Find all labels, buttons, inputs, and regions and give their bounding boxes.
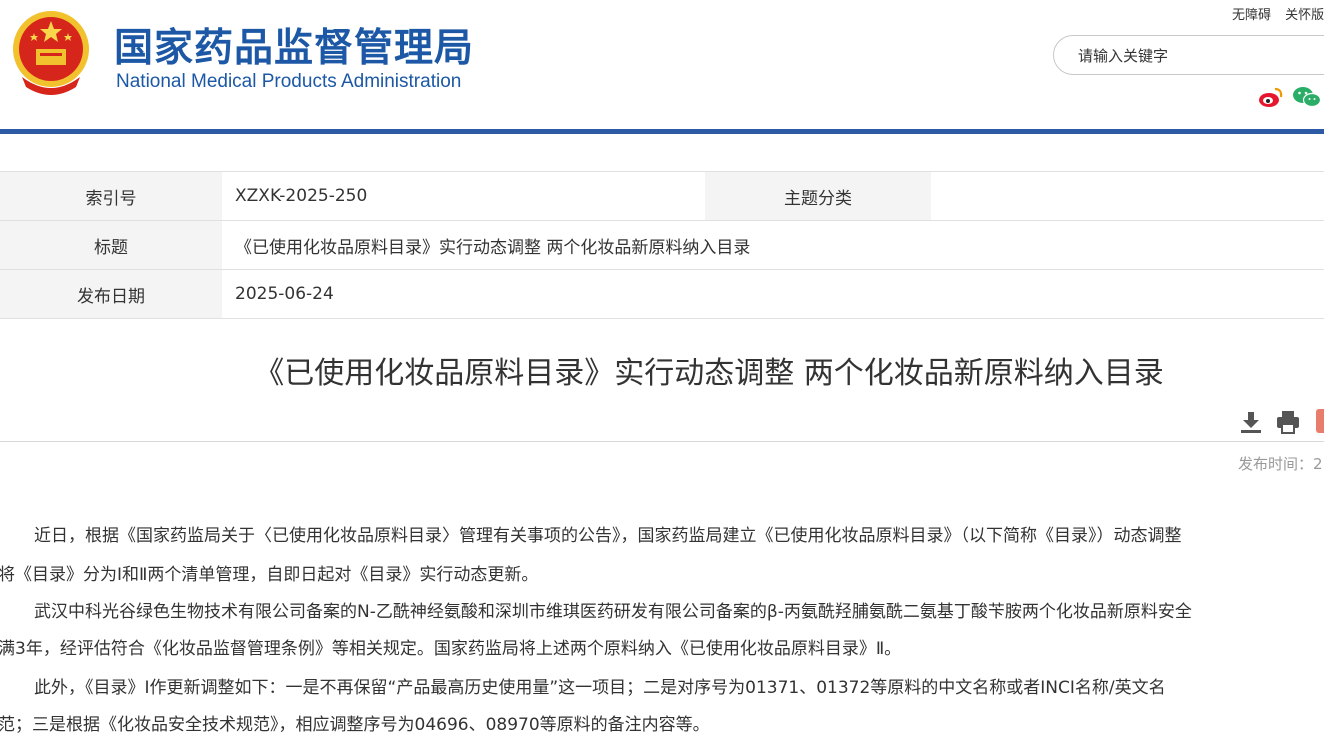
- print-icon[interactable]: [1275, 409, 1301, 435]
- article-title: 《已使用化妆品原料目录》实行动态调整 两个化妆品新原料纳入目录: [254, 356, 1164, 391]
- search-input[interactable]: [1076, 45, 1310, 67]
- info-row-title: 标题 《已使用化妆品原料目录》实行动态调整 两个化妆品新原料纳入目录: [0, 220, 1324, 270]
- publish-time: 发布时间：2: [1238, 455, 1323, 473]
- paragraph-2-line-2: 满3年，经评估符合《化妆品监督管理条例》等相关规定。国家药监局将上述两个原料纳入…: [0, 639, 902, 659]
- article-tools: [1238, 409, 1307, 435]
- org-name-cn[interactable]: 国家药品监督管理局: [114, 17, 474, 73]
- article-info-table: 索引号 XZXK-2025-250 主题分类 标题 《已使用化妆品原料目录》实行…: [0, 171, 1324, 319]
- wechat-icon[interactable]: [1292, 86, 1322, 108]
- paragraph-1-line-1: 近日，根据《国家药监局关于〈已使用化妆品原料目录〉管理有关事项的公告》，国家药监…: [34, 526, 1182, 546]
- index-value: XZXK-2025-250: [222, 171, 705, 221]
- paragraph-3-line-1: 此外，《目录》Ⅰ作更新调整如下：一是不再保留“产品最高历史使用量”这一项目；二是…: [34, 678, 1166, 698]
- date-value: 2025-06-24: [222, 269, 1324, 319]
- topic-value: [931, 171, 1324, 221]
- index-label: 索引号: [0, 171, 222, 221]
- title-value: 《已使用化妆品原料目录》实行动态调整 两个化妆品新原料纳入目录: [222, 220, 1324, 270]
- title-divider: [0, 441, 1324, 442]
- weibo-icon[interactable]: [1258, 86, 1284, 108]
- national-emblem-logo[interactable]: [10, 7, 92, 95]
- top-links: 无障碍 关怀版: [1232, 4, 1324, 23]
- paragraph-1-line-2: 将《目录》分为Ⅰ和Ⅱ两个清单管理，自即日起对《目录》实行动态更新。: [0, 565, 539, 585]
- info-row-date: 发布日期 2025-06-24: [0, 269, 1324, 319]
- info-row-index: 索引号 XZXK-2025-250 主题分类: [0, 171, 1324, 221]
- care-mode-link[interactable]: 关怀版: [1285, 8, 1324, 23]
- header-divider-bar: [0, 129, 1324, 134]
- accessibility-link[interactable]: 无障碍: [1232, 8, 1271, 23]
- search-box: [1053, 35, 1324, 75]
- org-name-en[interactable]: National Medical Products Administration: [116, 71, 461, 93]
- download-icon[interactable]: [1238, 409, 1264, 435]
- paragraph-2-line-1: 武汉中科光谷绿色生物技术有限公司备案的N-乙酰神经氨酸和深圳市维琪医药研发有限公…: [34, 602, 1192, 622]
- title-label: 标题: [0, 220, 222, 270]
- topic-label: 主题分类: [705, 171, 931, 221]
- site-header: 国家药品监督管理局 National Medical Products Admi…: [0, 0, 1324, 130]
- share-icon[interactable]: [1316, 409, 1324, 433]
- paragraph-3-line-2: 范；三是根据《化妆品安全技术规范》，相应调整序号为04696、08970等原料的…: [0, 715, 710, 735]
- date-label: 发布日期: [0, 269, 222, 319]
